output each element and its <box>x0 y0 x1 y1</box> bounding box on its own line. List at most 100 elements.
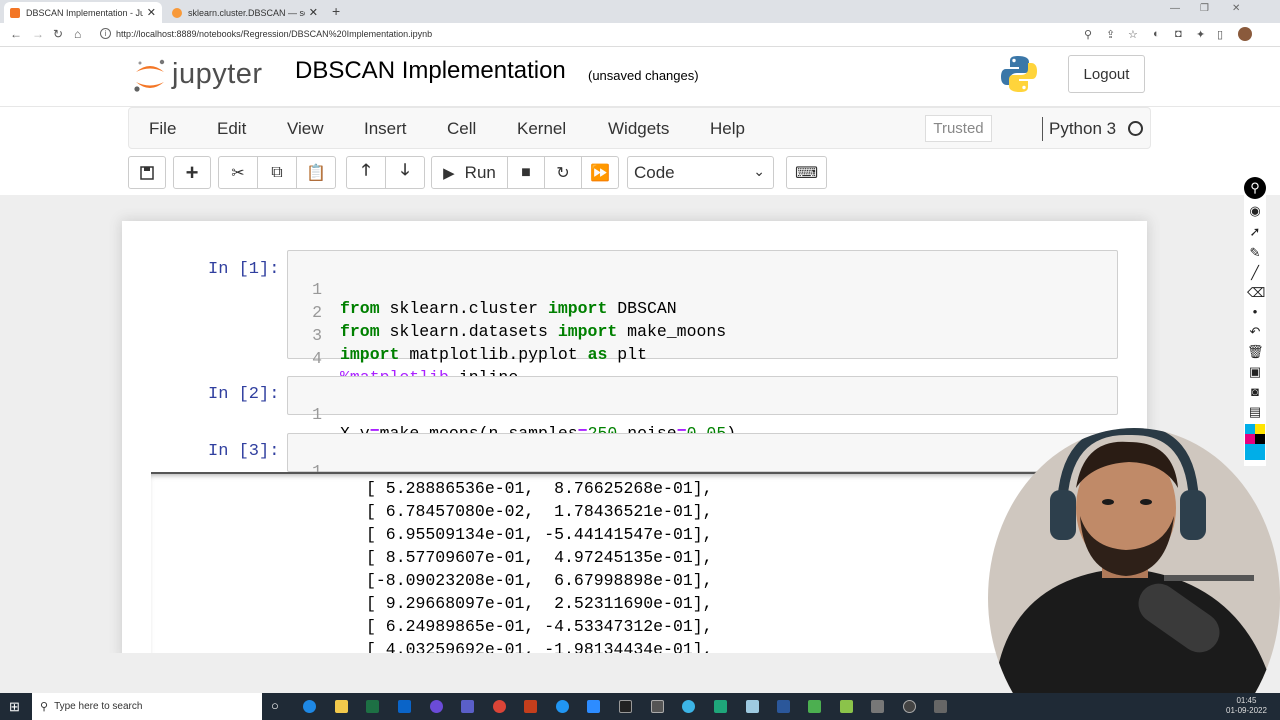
home-icon[interactable]: ⌂ <box>74 27 81 41</box>
profile-avatar[interactable] <box>1238 27 1252 41</box>
trash-icon[interactable]: 🗑 <box>1247 344 1264 360</box>
interrupt-button[interactable]: ■ <box>507 156 545 189</box>
move-button-group: 🡑 🡓 <box>346 156 425 189</box>
move-down-button[interactable]: 🡓 <box>385 156 425 189</box>
cut-button[interactable]: ✂ <box>218 156 258 189</box>
dot-icon[interactable]: • <box>1247 304 1263 320</box>
calculator-icon[interactable] <box>871 700 884 713</box>
command-palette-button[interactable]: ⌨ <box>786 156 827 189</box>
word-icon[interactable] <box>777 700 790 713</box>
taskbar-clock[interactable]: 01:45 01-09-2022 <box>1226 696 1267 716</box>
copy-button[interactable]: ⧉ <box>257 156 297 189</box>
save-button[interactable] <box>128 156 166 189</box>
insert-cell-button[interactable]: + <box>173 156 211 189</box>
edge-icon[interactable] <box>303 700 316 713</box>
kernel-name[interactable]: Python 3 <box>1049 119 1116 139</box>
menu-file[interactable]: File <box>149 119 176 139</box>
site-info-icon[interactable]: i <box>100 28 111 39</box>
mail-icon[interactable] <box>398 700 411 713</box>
trusted-indicator[interactable]: Trusted <box>925 115 992 142</box>
menu-help[interactable]: Help <box>710 119 745 139</box>
back-icon[interactable]: ← <box>10 27 22 41</box>
puzzle-icon[interactable]: ✦ <box>1196 28 1205 41</box>
restart-button[interactable]: ↻ <box>544 156 582 189</box>
jupyter-header: jupyter DBSCAN Implementation (unsaved c… <box>0 47 1280 107</box>
cursor-icon[interactable]: ➚ <box>1247 224 1263 240</box>
powerpoint-icon[interactable] <box>524 700 537 713</box>
share-icon[interactable]: ⇪ <box>1106 28 1115 41</box>
cell-type-select[interactable]: Code ⌄ <box>627 156 774 189</box>
menu-edit[interactable]: Edit <box>217 119 246 139</box>
eraser-icon[interactable]: ⌫ <box>1247 285 1265 301</box>
window-close-icon[interactable]: ✕ <box>1232 3 1240 14</box>
url-field[interactable]: http://localhost:8889/notebooks/Regressi… <box>116 29 432 39</box>
keyword: import <box>340 345 400 364</box>
close-tab-icon[interactable]: ✕ <box>147 6 156 19</box>
jupyter-logo[interactable]: jupyter <box>132 56 282 96</box>
restart-run-all-button[interactable]: ⏩ <box>581 156 619 189</box>
minimize-icon[interactable]: — <box>1170 3 1180 14</box>
code-cell-input[interactable]: 1 from sklearn.cluster import DBSCAN 2 f… <box>287 250 1118 387</box>
obs-icon[interactable] <box>903 700 916 713</box>
app-icon[interactable] <box>840 700 853 713</box>
close-tab-icon[interactable]: ✕ <box>309 6 318 19</box>
menu-kernel[interactable]: Kernel <box>517 119 566 139</box>
run-button[interactable]: ▶ Run <box>431 156 508 189</box>
app-icon[interactable] <box>651 700 664 713</box>
teams-icon[interactable] <box>461 700 474 713</box>
app-icon[interactable] <box>430 700 443 713</box>
eye-icon[interactable]: ◉ <box>1247 203 1263 219</box>
bookmark-star-icon[interactable]: ☆ <box>1128 28 1138 41</box>
browser-tab-jupyter[interactable]: DBSCAN Implementation - Jupyt ✕ <box>4 2 162 23</box>
app-icon[interactable] <box>714 700 727 713</box>
extension-icon[interactable]: ◐ <box>1153 28 1160 40</box>
pin-icon[interactable]: ⚲ <box>1244 177 1266 199</box>
run-label: Run <box>464 162 496 182</box>
app-icon[interactable] <box>934 700 947 713</box>
camera-icon[interactable]: ◙ <box>1247 384 1263 400</box>
pencil-icon[interactable]: ✎ <box>1247 245 1263 261</box>
forward-icon[interactable]: → <box>32 27 44 41</box>
terminal-icon[interactable] <box>619 700 632 713</box>
move-up-button[interactable]: 🡑 <box>346 156 386 189</box>
restore-icon[interactable]: ❐ <box>1200 3 1209 14</box>
clipboard-icon[interactable]: ▤ <box>1247 404 1263 420</box>
excel-icon[interactable] <box>366 700 379 713</box>
zoom-icon[interactable]: ⚲ <box>1084 28 1092 41</box>
menu-widgets[interactable]: Widgets <box>608 119 669 139</box>
menu-cell[interactable]: Cell <box>447 119 476 139</box>
code-line: 1 from sklearn.cluster import DBSCAN <box>288 261 677 318</box>
code-cell-input[interactable]: 1 X,y=make_moons(n_samples=250,noise=0.0… <box>287 376 1118 443</box>
code-line: 3 import matplotlib.pyplot as plt <box>288 307 647 364</box>
code-text: make_moons <box>617 322 727 341</box>
browser-tab-bar: DBSCAN Implementation - Jupyt ✕ sklearn.… <box>0 0 1280 23</box>
monitor-icon[interactable]: ▣ <box>1247 364 1263 380</box>
logout-button[interactable]: Logout <box>1068 55 1145 93</box>
arrow-up-icon: 🡑 <box>361 162 371 179</box>
chrome-icon[interactable] <box>493 700 506 713</box>
menu-view[interactable]: View <box>287 119 324 139</box>
app-icon[interactable] <box>746 700 759 713</box>
app-icon[interactable] <box>808 700 821 713</box>
cell-output-scroll[interactable]: [ 5.28886536e-01, 8.76625268e-01], [ 6.7… <box>151 472 1126 653</box>
extension-icon[interactable]: ◘ <box>1175 28 1182 40</box>
taskbar-search-box[interactable]: ⚲ Type here to search <box>32 693 262 720</box>
cell-prompt: In [3]: <box>208 442 280 461</box>
paste-button[interactable]: 📋 <box>296 156 336 189</box>
scissors-icon: ✂ <box>231 164 245 182</box>
new-tab-icon[interactable]: + <box>332 3 340 19</box>
sidebar-icon[interactable]: ▯ <box>1217 28 1223 41</box>
app-icon[interactable] <box>682 700 695 713</box>
browser-tab-sklearn[interactable]: sklearn.cluster.DBSCAN — scikit ✕ <box>166 2 324 23</box>
reload-icon[interactable]: ↻ <box>53 27 63 41</box>
menu-insert[interactable]: Insert <box>364 119 407 139</box>
notebook-name[interactable]: DBSCAN Implementation <box>295 57 566 85</box>
search-icon: ⚲ <box>40 701 49 713</box>
file-explorer-icon[interactable] <box>335 700 348 713</box>
task-view-icon[interactable]: ○ <box>271 698 279 713</box>
app-icon[interactable] <box>587 700 600 713</box>
undo-icon[interactable]: ↶ <box>1247 324 1263 340</box>
line-icon[interactable]: ╱ <box>1247 265 1263 281</box>
windows-start-icon[interactable]: ⊞ <box>9 699 20 715</box>
zoom-app-icon[interactable] <box>556 700 569 713</box>
